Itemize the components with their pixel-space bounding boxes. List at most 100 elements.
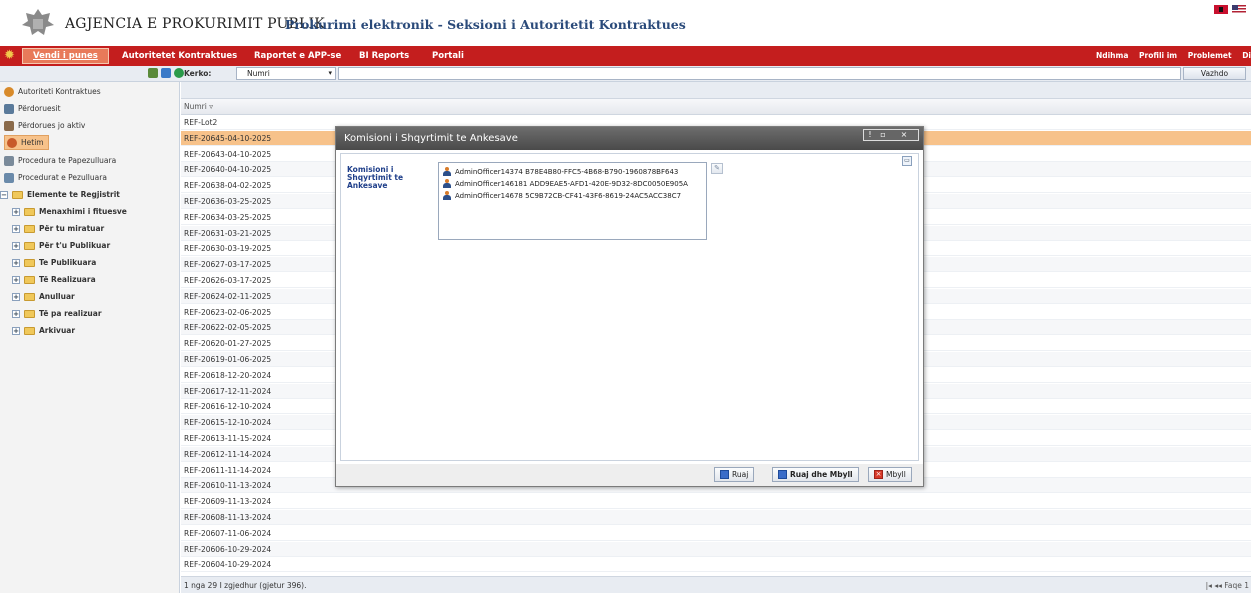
sidebar-item-label: Elemente te Regjistrit bbox=[27, 190, 120, 199]
table-row[interactable]: REF-20604-10-29-2024 bbox=[181, 557, 1251, 573]
sidebar-item-autoriteti[interactable]: Autoriteti Kontraktues bbox=[4, 84, 101, 99]
sidebar-item-menaxhimi[interactable]: + Menaxhimi i fituesve bbox=[12, 204, 127, 219]
ruaj-label: Ruaj bbox=[732, 470, 749, 479]
pager: |◂ ◂◂ Faqe 1 bbox=[1206, 577, 1249, 594]
inactive-user-icon bbox=[4, 120, 14, 131]
expand-icon[interactable]: + bbox=[12, 309, 20, 318]
expand-icon[interactable]: + bbox=[12, 241, 20, 250]
sidebar-item-hetim[interactable]: Hetim bbox=[4, 135, 49, 150]
ruaj-button[interactable]: Ruaj bbox=[714, 467, 755, 482]
maximize-icon[interactable]: ▫ bbox=[877, 130, 889, 140]
expand-icon[interactable]: + bbox=[12, 275, 20, 284]
link-di[interactable]: Di bbox=[1242, 51, 1251, 60]
nav-autoritetet-kontraktues[interactable]: Autoritetet Kontraktues bbox=[122, 46, 237, 66]
ruaj-dhe-mbyll-button[interactable]: Ruaj dhe Mbyll bbox=[772, 467, 859, 482]
search-bar: Kerko: Numri ▾ Vazhdo bbox=[0, 66, 1251, 82]
page-subtitle: Prokurimi elektronik - Seksioni i Autori… bbox=[285, 17, 686, 32]
sidebar-item-label: Të pa realizuar bbox=[39, 309, 102, 318]
link-ndihma[interactable]: Ndihma bbox=[1096, 51, 1128, 60]
mbyll-button[interactable]: × Mbyll bbox=[868, 467, 912, 482]
close-icon: × bbox=[874, 470, 883, 479]
gear-icon[interactable]: ✹ bbox=[4, 49, 18, 63]
expand-icon[interactable]: + bbox=[12, 326, 20, 335]
nav-portali[interactable]: Portali bbox=[432, 46, 464, 66]
sidebar-item-label: Për tu miratuar bbox=[39, 224, 105, 233]
member-name: AdminOfficer14678 5C9B72CB-CF41-43F6-861… bbox=[455, 191, 682, 200]
sidebar-item-per-tu-miratuar[interactable]: + Për tu miratuar bbox=[12, 221, 104, 236]
nav-raportet[interactable]: Raportet e APP-se bbox=[254, 46, 341, 66]
search-label: Kerko: bbox=[184, 69, 212, 78]
user-icon bbox=[443, 167, 451, 176]
nav-vendi-i-punes[interactable]: Vendi i punes bbox=[22, 48, 109, 64]
page-label: Faqe 1 bbox=[1224, 581, 1249, 590]
sidebar-item-papezulluara[interactable]: Procedura te Papezulluara bbox=[4, 153, 116, 168]
sidebar-item-label: Përdorues jo aktiv bbox=[18, 121, 86, 130]
link-profili-im[interactable]: Profili im bbox=[1139, 51, 1177, 60]
sidebar-item-label: Hetim bbox=[21, 138, 44, 147]
table-row[interactable]: REF-20607-11-06-2024 bbox=[181, 526, 1251, 541]
expand-icon[interactable]: + bbox=[12, 292, 20, 301]
tree-tool-icon[interactable] bbox=[161, 68, 171, 78]
english-flag-icon[interactable] bbox=[1232, 5, 1246, 14]
vazhdo-button[interactable]: Vazhdo bbox=[1183, 67, 1246, 80]
ruaj-dhe-mbyll-label: Ruaj dhe Mbyll bbox=[790, 470, 853, 479]
sidebar-item-arkivuar[interactable]: + Arkivuar bbox=[12, 323, 75, 338]
building-icon bbox=[4, 86, 14, 97]
users-tool-icon[interactable] bbox=[148, 68, 158, 78]
dialog-window-controls: ! ▫ × bbox=[863, 129, 919, 141]
edit-members-icon[interactable]: ✎ bbox=[711, 163, 723, 174]
search-input[interactable] bbox=[338, 67, 1181, 80]
sidebar-item-perdoruesit[interactable]: Përdoruesit bbox=[4, 101, 61, 116]
grid-toolbar bbox=[181, 82, 1251, 99]
sidebar-item-label: Autoriteti Kontraktues bbox=[18, 87, 101, 96]
folder-icon bbox=[24, 309, 35, 318]
sidebar-item-elemente[interactable]: − Elemente te Regjistrit bbox=[0, 187, 120, 202]
search-field-select[interactable]: Numri ▾ bbox=[236, 67, 336, 80]
list-item[interactable]: AdminOfficer14678 5C9B72CB-CF41-43F6-861… bbox=[443, 190, 681, 201]
sidebar-item-per-tu-publikuar[interactable]: + Për t'u Publikuar bbox=[12, 238, 110, 253]
sidebar-item-label: Anulluar bbox=[39, 292, 75, 301]
investigation-icon bbox=[7, 137, 17, 148]
sidebar-item-pezulluara[interactable]: Procedurat e Pezulluara bbox=[4, 170, 107, 185]
expand-icon[interactable]: + bbox=[12, 207, 20, 216]
help-icon[interactable]: ! bbox=[864, 130, 876, 140]
dialog-title-bar[interactable]: Komisioni i Shqyrtimit te Ankesave bbox=[336, 127, 923, 150]
members-list[interactable]: AdminOfficer14374 B78E4B80-FFC5-4B68-B79… bbox=[438, 162, 707, 240]
table-row[interactable]: REF-20609-11-13-2024 bbox=[181, 494, 1251, 510]
sidebar-item-label: Përdoruesit bbox=[18, 104, 61, 113]
collapse-icon[interactable]: − bbox=[0, 190, 8, 199]
save-icon bbox=[720, 470, 729, 479]
app-header: AGJENCIA E PROKURIMIT PUBLIK Prokurimi e… bbox=[0, 0, 1251, 46]
expand-icon[interactable]: + bbox=[12, 258, 20, 267]
sidebar-item-te-pa-realizuar[interactable]: + Të pa realizuar bbox=[12, 306, 102, 321]
column-header-numri[interactable]: Numri ▿ bbox=[181, 99, 1251, 115]
link-problemet[interactable]: Problemet bbox=[1188, 51, 1232, 60]
grid-footer: 1 nga 29 I zgjedhur (gjetur 396). |◂ ◂◂ … bbox=[181, 576, 1251, 593]
users-icon bbox=[4, 103, 14, 114]
table-row[interactable]: REF-20606-10-29-2024 bbox=[181, 541, 1251, 557]
sidebar-item-anulluar[interactable]: + Anulluar bbox=[12, 289, 75, 304]
sidebar-item-te-realizuara[interactable]: + Të Realizuara bbox=[12, 272, 96, 287]
expand-icon[interactable]: + bbox=[12, 224, 20, 233]
save-icon bbox=[778, 470, 787, 479]
sidebar-item-label: Procedurat e Pezulluara bbox=[18, 173, 107, 182]
first-page-icon[interactable]: |◂ bbox=[1206, 581, 1212, 590]
list-item[interactable]: AdminOfficer14374 B78E4B80-FFC5-4B68-B79… bbox=[443, 166, 678, 177]
nav-bi-reports[interactable]: BI Reports bbox=[359, 46, 409, 66]
selection-status: 1 nga 29 I zgjedhur (gjetur 396). bbox=[184, 581, 307, 590]
refresh-icon[interactable] bbox=[174, 68, 184, 78]
list-item[interactable]: AdminOfficer146181 ADD9EAE5-AFD1-420E-9D… bbox=[443, 178, 688, 189]
sidebar-item-te-publikuara[interactable]: + Te Publikuara bbox=[12, 255, 96, 270]
user-icon bbox=[443, 191, 451, 200]
close-icon[interactable]: × bbox=[890, 130, 918, 140]
prev-page-icon[interactable]: ◂◂ bbox=[1214, 581, 1222, 590]
folder-icon bbox=[24, 224, 35, 233]
user-icon bbox=[443, 179, 451, 188]
sidebar-item-label: Menaxhimi i fituesve bbox=[39, 207, 127, 216]
folder-icon bbox=[12, 190, 23, 199]
table-row[interactable]: REF-20608-11-13-2024 bbox=[181, 510, 1251, 525]
maximize-panel-icon[interactable]: ▭ bbox=[902, 156, 912, 166]
albanian-flag-icon[interactable] bbox=[1214, 5, 1228, 14]
sidebar-item-perdorues-jo-aktiv[interactable]: Përdorues jo aktiv bbox=[4, 118, 85, 133]
folder-icon bbox=[24, 292, 35, 301]
